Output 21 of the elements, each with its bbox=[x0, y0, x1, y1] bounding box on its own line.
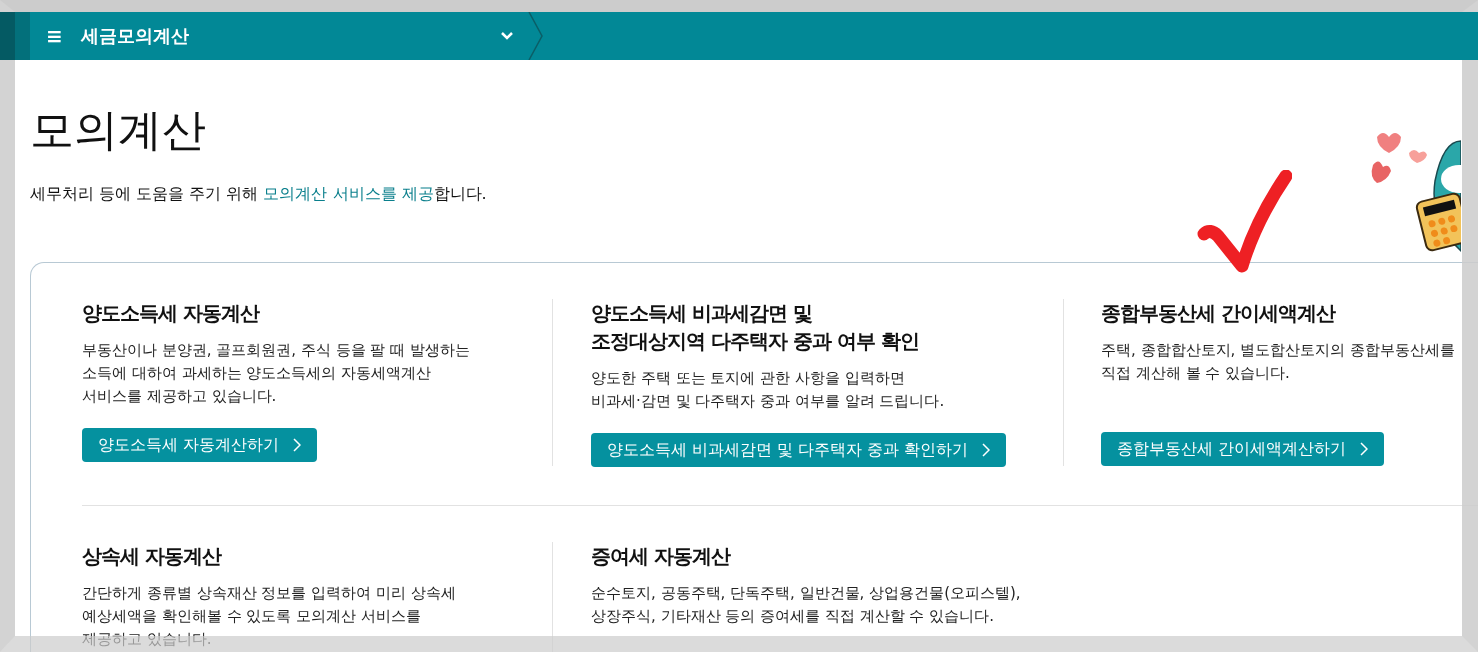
service-title: 양도소득세 비과세감면 및 조정대상지역 다주택자 중과 여부 확인 bbox=[591, 300, 920, 355]
chevron-right-icon bbox=[293, 438, 302, 452]
service-description: 주택, 종합합산토지, 별도합산토지의 종합부동산세를 직접 계산해 볼 수 있습니다. bbox=[1101, 340, 1456, 384]
chevron-right-icon bbox=[1360, 442, 1369, 456]
service-title: 상속세 자동계산 bbox=[82, 543, 223, 570]
service-title: 증여세 자동계산 bbox=[591, 543, 732, 570]
service-link[interactable]: 모의계산 서비스를 제공 bbox=[263, 184, 434, 203]
service-button[interactable]: 양도소득세 비과세감면 및 다주택자 중과 확인하기 bbox=[591, 433, 1007, 467]
intro-text: 세무처리 등에 도움을 주기 위해 모의계산 서비스를 제공합니다. bbox=[30, 184, 487, 205]
chevron-right-icon bbox=[982, 443, 991, 457]
page-title: 모의계산 bbox=[30, 103, 207, 157]
breadcrumb-separator-icon bbox=[528, 12, 544, 60]
service-button[interactable]: 종합부동산세 간이세액계산하기 bbox=[1101, 432, 1385, 466]
service-title: 양도소득세 자동계산 bbox=[82, 300, 261, 327]
service-title: 종합부동산세 간이세액계산 bbox=[1101, 300, 1335, 327]
service-description: 부동산이나 분양권, 골프회원권, 주식 등을 팔 때 발생하는 소득에 대하여 과세하는 양도소득세의 자동세액계산 서비스를 제공하고 있습니다. bbox=[82, 340, 471, 407]
service-description: 양도한 주택 또는 토지에 관한 사항을 입력하면 비과세·감면 및 다주택자 중과 여부를 알려 드립니다. bbox=[591, 368, 946, 412]
service-description: 순수토지, 공동주택, 단독주택, 일반건물, 상업용건물(오피스텔), 상장주식, 기타재산 등의 증여세를 직접 계산할 수 있습니다. bbox=[591, 583, 1022, 627]
service-button[interactable]: 양도소득세 자동계산하기 bbox=[82, 428, 318, 462]
chevron-down-icon bbox=[500, 31, 514, 41]
service-description: 간단하게 종류별 상속재산 정보를 입력하여 미리 상속세 예상세액을 확인해볼 수 있도록 모의계산 서비스를 제공하고 있습니다. bbox=[82, 583, 457, 650]
